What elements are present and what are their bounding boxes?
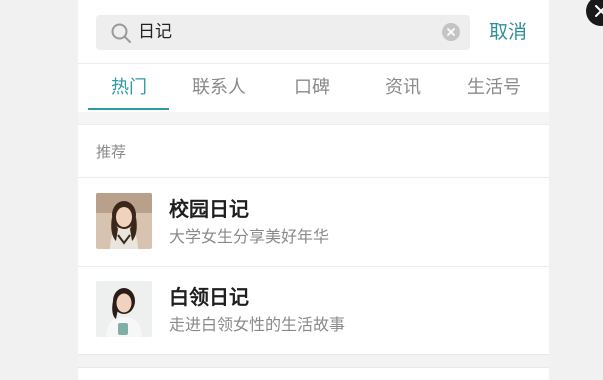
close-icon <box>595 5 603 17</box>
search-input[interactable]: 日记 <box>138 20 172 45</box>
item-title: 校园日记 <box>169 197 249 221</box>
section-divider <box>78 112 549 125</box>
item-subtitle: 大学女生分享美好年华 <box>169 227 330 246</box>
search-bar[interactable]: 日记 <box>96 15 470 50</box>
tab-news[interactable]: 资讯 <box>385 76 421 100</box>
item-title: 白领日记 <box>169 285 249 309</box>
close-button[interactable] <box>586 0 603 26</box>
female-student-photo-icon <box>96 193 152 249</box>
avatar <box>96 281 152 337</box>
office-woman-photo-icon <box>96 281 152 337</box>
tab-hot[interactable]: 热门 <box>111 76 147 100</box>
list-item[interactable]: 校园日记 大学女生分享美好年华 <box>78 180 549 266</box>
tab-reviews[interactable]: 口碑 <box>294 76 330 100</box>
section-title: 推荐 <box>96 143 127 161</box>
tab-lifestyle[interactable]: 生活号 <box>467 76 521 100</box>
list-item[interactable]: 白领日记 走进白领女性的生活故事 <box>78 268 549 354</box>
section-divider <box>78 354 549 368</box>
cancel-button[interactable]: 取消 <box>489 18 527 46</box>
divider <box>78 177 549 178</box>
clear-search-icon[interactable] <box>442 23 460 41</box>
active-tab-indicator <box>88 108 169 110</box>
avatar <box>96 193 152 249</box>
search-icon <box>111 23 131 43</box>
tab-contacts[interactable]: 联系人 <box>192 76 246 100</box>
divider <box>78 266 549 267</box>
category-tabs: 热门 联系人 口碑 资讯 生活号 <box>78 63 549 113</box>
item-subtitle: 走进白领女性的生活故事 <box>169 315 346 334</box>
